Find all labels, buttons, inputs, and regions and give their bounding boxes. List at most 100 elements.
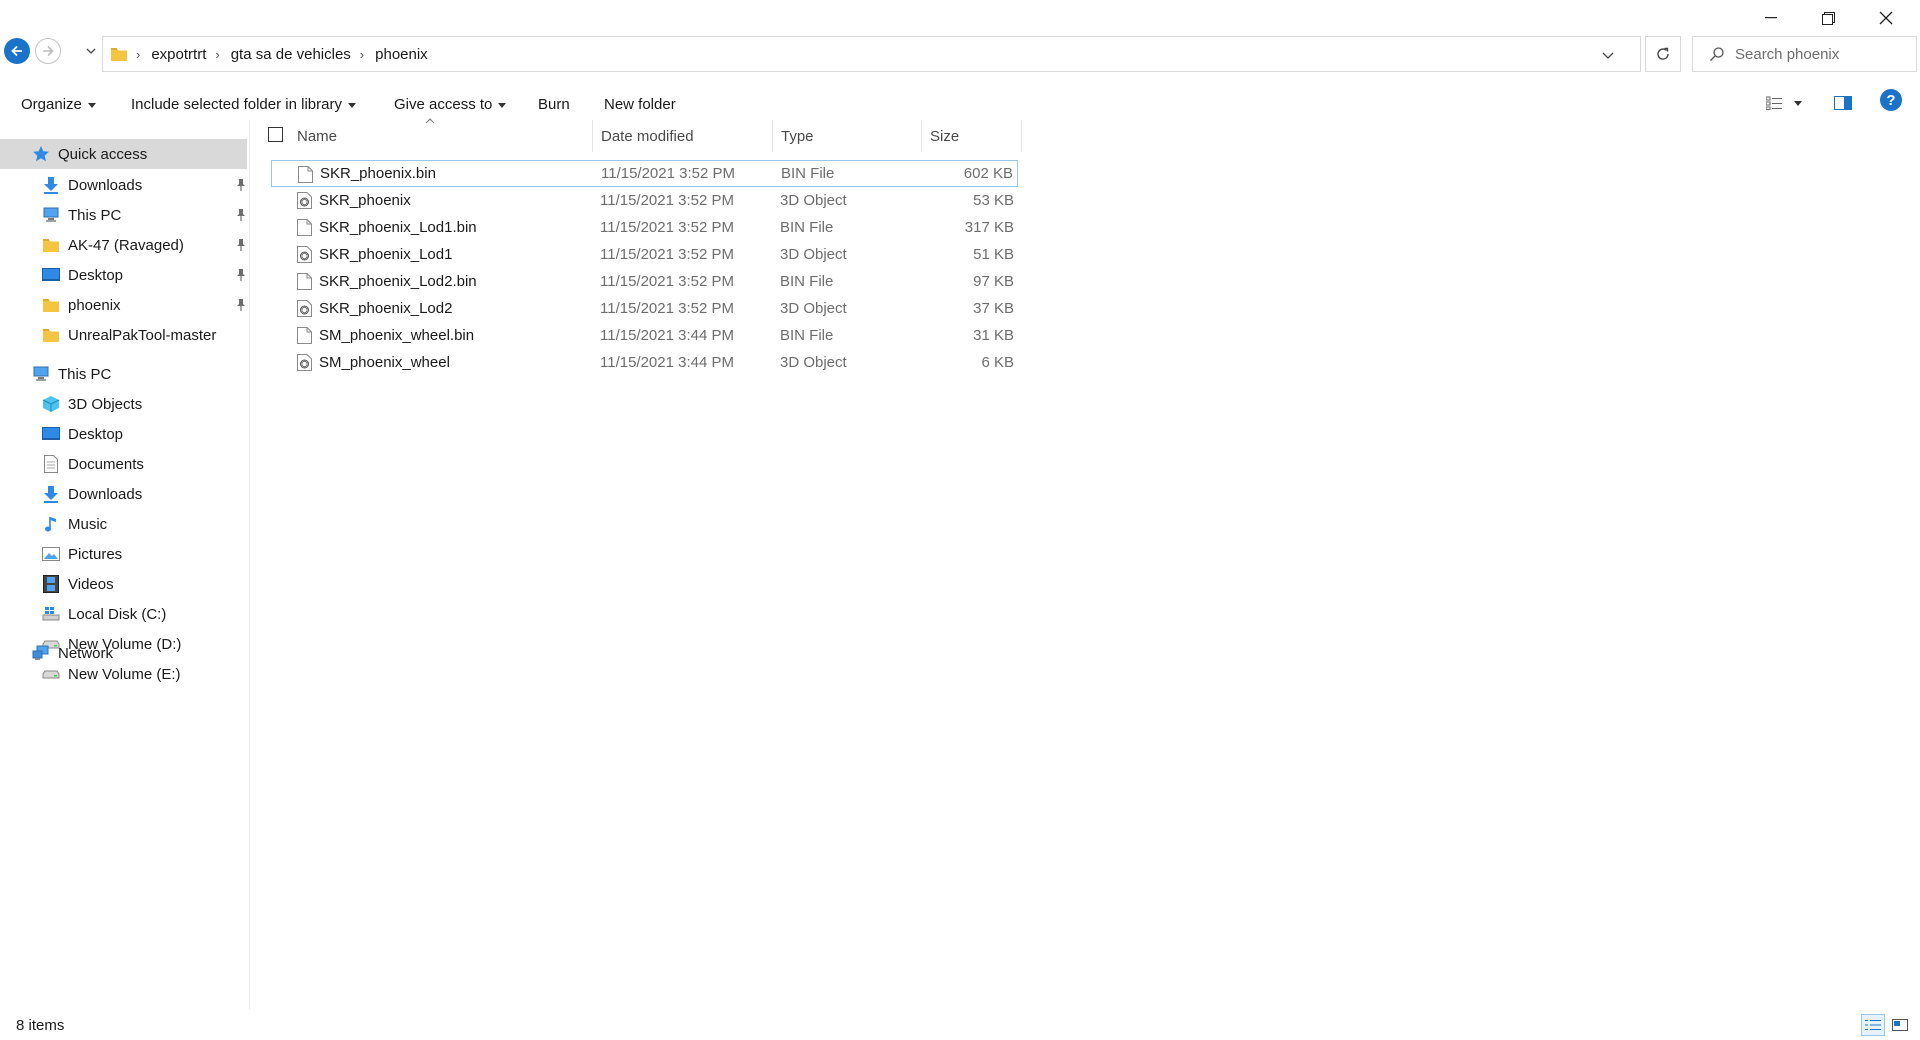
sidebar-item-phoenix[interactable]: phoenix <box>42 290 247 320</box>
burn-button[interactable]: Burn <box>538 96 570 113</box>
close-button[interactable] <box>1857 0 1914 36</box>
sidebar-item-downloads[interactable]: Downloads <box>42 479 247 509</box>
sidebar-item-ak-47-ravaged[interactable]: AK-47 (Ravaged) <box>42 230 247 260</box>
blank-file-icon <box>297 219 312 236</box>
music-note-icon <box>42 515 60 533</box>
desktop-icon <box>42 266 60 284</box>
preview-pane-button[interactable] <box>1834 90 1852 116</box>
chevron-right-icon[interactable]: › <box>360 47 364 62</box>
include-library-button[interactable]: Include selected folder in library <box>131 96 356 113</box>
film-icon <box>42 575 60 593</box>
sidebar-item-label: UnrealPakTool-master <box>68 326 217 344</box>
file-row[interactable]: SKR_phoenix_Lod2 11/15/2021 3:52 PM 3D Obj… <box>271 295 1018 322</box>
file-date-modified: 11/15/2021 3:52 PM <box>600 273 734 290</box>
file-type: 3D Object <box>780 300 847 317</box>
file-size: 31 KB <box>973 327 1014 344</box>
picture-icon <box>42 545 60 563</box>
sidebar-item-documents[interactable]: Documents <box>42 449 247 479</box>
new-folder-button[interactable]: New folder <box>604 96 676 113</box>
breadcrumb-phoenix[interactable]: phoenix <box>375 46 428 63</box>
sidebar-item-network[interactable]: Network <box>0 638 247 668</box>
navigation-pane: Quick access Downloads This PC AK-47 (Rava… <box>0 120 250 1010</box>
search-box[interactable] <box>1692 36 1917 72</box>
forward-button[interactable] <box>35 38 61 64</box>
file-row[interactable]: SKR_phoenix_Lod2.bin 11/15/2021 3:52 PM BI… <box>271 268 1018 295</box>
file-size: 317 KB <box>964 219 1014 236</box>
chevron-right-icon: › <box>136 46 141 62</box>
file-type: 3D Object <box>780 354 847 371</box>
column-header-type[interactable]: Type <box>773 120 922 152</box>
sidebar-item-this-pc[interactable]: This PC <box>42 200 247 230</box>
3d-object-file-icon <box>297 246 312 263</box>
folder-icon <box>42 236 60 254</box>
pin-icon <box>235 268 247 282</box>
minimize-button[interactable] <box>1742 0 1799 36</box>
sidebar-item-pictures[interactable]: Pictures <box>42 539 247 569</box>
sidebar-item-local-disk-c[interactable]: Local Disk (C:) <box>42 599 247 629</box>
file-name: SKR_phoenix <box>319 192 411 209</box>
details-layout-button[interactable] <box>1861 1014 1885 1036</box>
file-row[interactable]: SKR_phoenix_Lod1 11/15/2021 3:52 PM 3D Obj… <box>271 241 1018 268</box>
sidebar-item-desktop[interactable]: Desktop <box>42 419 247 449</box>
3d-object-file-icon <box>297 192 312 209</box>
computer-icon <box>42 206 60 224</box>
sidebar-item-desktop[interactable]: Desktop <box>42 260 247 290</box>
sidebar-item-label: Music <box>68 515 108 533</box>
breadcrumb-expotrtrt[interactable]: expotrtrt <box>151 46 206 63</box>
organize-button[interactable]: Organize <box>21 96 96 113</box>
change-view-button[interactable] <box>1766 90 1802 116</box>
sidebar-item-label: Downloads <box>68 176 143 194</box>
sidebar-item-quick-access[interactable]: Quick access <box>0 139 247 169</box>
chevron-down-icon[interactable] <box>1600 47 1616 63</box>
restore-icon <box>1822 11 1835 25</box>
sidebar-item-videos[interactable]: Videos <box>42 569 247 599</box>
search-input[interactable] <box>1735 45 1905 63</box>
large-icons-view-icon <box>1892 1019 1908 1031</box>
sidebar-item-label: This PC <box>58 365 112 383</box>
breadcrumb-gta-sa-de-vehicles[interactable]: gta sa de vehicles <box>231 46 351 63</box>
recent-locations-button[interactable] <box>84 44 98 58</box>
folder-icon <box>42 326 60 344</box>
organize-label: Organize <box>21 96 82 113</box>
sidebar-item-label: Pictures <box>68 545 123 563</box>
address-bar[interactable]: › expotrtrt › gta sa de vehicles › phoen… <box>102 36 1641 72</box>
file-row[interactable]: SKR_phoenix.bin 11/15/2021 3:52 PM BIN Fil… <box>271 160 1018 187</box>
refresh-button[interactable] <box>1645 36 1681 72</box>
sidebar-item-this-pc[interactable]: This PC <box>0 359 247 389</box>
file-type: BIN File <box>780 273 834 290</box>
pin-icon <box>235 298 247 312</box>
file-row[interactable]: SKR_phoenix 11/15/2021 3:52 PM 3D Object 53… <box>271 187 1018 214</box>
folder-icon <box>111 48 127 61</box>
3d-object-file-icon <box>297 354 312 371</box>
sidebar-item-3d-objects[interactable]: 3D Objects <box>42 389 247 419</box>
sidebar-item-music[interactable]: Music <box>42 509 247 539</box>
sidebar-item-downloads[interactable]: Downloads <box>42 170 247 200</box>
restore-button[interactable] <box>1800 0 1857 36</box>
column-header-label: Name <box>297 127 338 145</box>
file-date-modified: 11/15/2021 3:52 PM <box>600 246 734 263</box>
sidebar-item-unrealpaktool-master[interactable]: UnrealPakTool-master <box>42 320 247 350</box>
sidebar-item-label: Downloads <box>68 485 143 503</box>
file-row[interactable]: SM_phoenix_wheel.bin 11/15/2021 3:44 PM BI… <box>271 322 1018 349</box>
help-button[interactable]: ? <box>1880 89 1902 111</box>
select-all-checkbox[interactable] <box>268 127 283 142</box>
column-header-date-modified[interactable]: Date modified <box>593 120 773 152</box>
give-access-button[interactable]: Give access to <box>394 96 507 113</box>
file-row[interactable]: SKR_phoenix_Lod1.bin 11/15/2021 3:52 PM BI… <box>271 214 1018 241</box>
column-header-label: Type <box>781 127 814 145</box>
file-row[interactable]: SM_phoenix_wheel 11/15/2021 3:44 PM 3D Obj… <box>271 349 1018 376</box>
preview-pane-icon <box>1834 96 1852 110</box>
sidebar-item-label: Documents <box>68 455 144 473</box>
sidebar-item-label: Desktop <box>68 266 124 284</box>
back-button[interactable] <box>4 38 30 64</box>
column-header-name[interactable]: Name <box>289 120 593 152</box>
file-date-modified: 11/15/2021 3:52 PM <box>601 165 735 182</box>
file-name: SKR_phoenix.bin <box>320 165 436 182</box>
chevron-right-icon[interactable]: › <box>215 47 219 62</box>
large-icons-layout-button[interactable] <box>1888 1014 1912 1036</box>
search-icon <box>1710 47 1724 61</box>
star-icon <box>32 145 50 163</box>
file-date-modified: 11/15/2021 3:52 PM <box>600 192 734 209</box>
sidebar-item-label: Quick access <box>58 145 148 163</box>
column-header-size[interactable]: Size <box>922 120 1022 152</box>
